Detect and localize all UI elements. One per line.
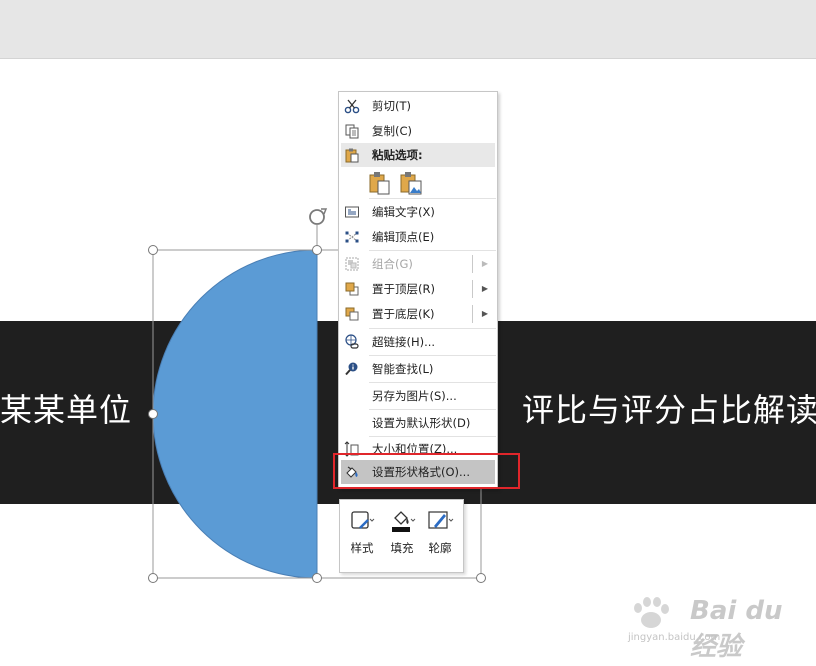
resize-handle (148, 573, 158, 583)
shape-style-icon (351, 511, 375, 529)
style-button[interactable]: 样式 (342, 500, 382, 570)
paste-options-header: 粘贴选项: (341, 143, 495, 167)
copy-icon (345, 124, 359, 139)
half-circle (152, 249, 318, 579)
mini-toolbar: 样式 填充 轮廓 (339, 499, 464, 573)
paste-as-picture-icon[interactable] (399, 170, 423, 196)
submenu-arrow-icon: ▶ (481, 259, 488, 268)
menu-item-smart-lookup[interactable]: 智能查找(L) (339, 357, 497, 381)
menu-item-save-as-picture[interactable]: 另存为图片(S)... (339, 384, 497, 408)
paste-keep-source-icon[interactable] (368, 170, 392, 196)
outline-button[interactable]: 轮廓 (420, 500, 460, 570)
rotate-handle-icon[interactable] (309, 208, 328, 225)
menu-item-group[interactable]: 组合(G) ▶ (339, 252, 497, 276)
submenu-arrow-icon: ▶ (481, 284, 488, 293)
menu-item-send-to-back[interactable]: 置于底层(K) ▶ (339, 302, 497, 326)
menu-item-copy[interactable]: 复制(C) (339, 119, 497, 143)
send-to-back-icon (345, 307, 359, 321)
pen-outline-icon (428, 511, 454, 529)
menu-item-edit-text[interactable]: 编辑文字(X) (339, 200, 497, 224)
resize-handle (312, 573, 322, 583)
edit-points-icon (345, 231, 359, 243)
scissors-icon (344, 99, 360, 114)
menu-item-edit-points[interactable]: 编辑顶点(E) (339, 225, 497, 249)
edit-text-icon (345, 206, 359, 218)
baidu-watermark: Bai du 经验 jingyan.baidu.com (616, 596, 816, 662)
paw-logo-icon (634, 597, 669, 628)
submenu-arrow-icon: ▶ (481, 309, 488, 318)
hyperlink-icon (345, 334, 359, 349)
bring-to-front-icon (345, 282, 359, 296)
smart-lookup-icon (345, 362, 358, 376)
group-icon (345, 257, 359, 271)
clipboard-icon (345, 148, 359, 163)
resize-handle (148, 245, 158, 255)
paint-bucket-icon (392, 511, 416, 532)
menu-item-cut[interactable]: 剪切(T) (339, 94, 497, 118)
annotation-highlight-box (333, 453, 520, 489)
resize-handle (312, 245, 322, 255)
fill-button[interactable]: 填充 (382, 500, 422, 570)
resize-handle (476, 573, 486, 583)
menu-item-set-default-shape[interactable]: 设置为默认形状(D) (339, 411, 497, 435)
menu-item-hyperlink[interactable]: 超链接(H)... (339, 330, 497, 354)
resize-handle (148, 409, 158, 419)
menu-item-bring-to-front[interactable]: 置于顶层(R) ▶ (339, 277, 497, 301)
context-menu: 剪切(T) 复制(C) 粘贴选项: 编辑文字(X) 编辑顶点(E) 组合(G) … (338, 91, 498, 489)
